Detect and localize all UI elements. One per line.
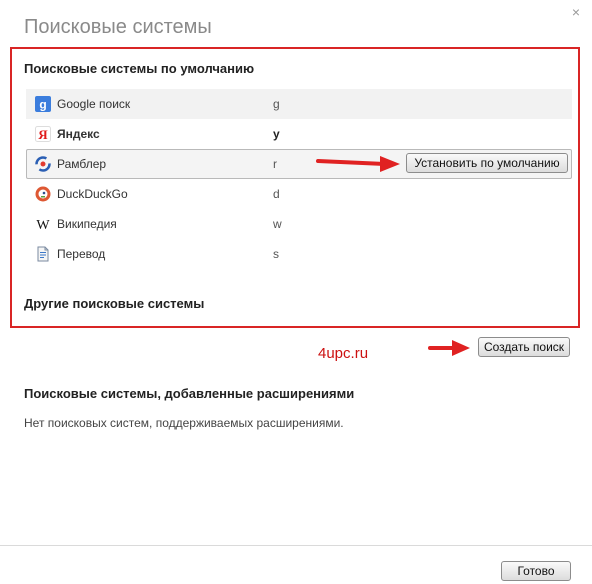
engine-name: Google поиск — [57, 97, 131, 111]
other-engines-heading: Другие поисковые системы — [24, 296, 205, 311]
wikipedia-icon: W — [35, 216, 51, 232]
svg-text:g: g — [39, 98, 46, 112]
close-icon[interactable]: × — [568, 4, 584, 20]
arrow-right-icon — [428, 340, 470, 356]
svg-text:W: W — [36, 218, 50, 232]
set-default-button[interactable]: Установить по умолчанию — [406, 153, 568, 173]
svg-text:Я: Я — [38, 127, 48, 142]
rambler-icon — [35, 156, 51, 172]
engine-keyword: s — [273, 247, 279, 261]
watermark: 4upc.ru — [318, 345, 369, 362]
engine-row-duckduckgo[interactable]: DuckDuckGo d — [26, 179, 572, 209]
engine-keyword: y — [273, 127, 280, 141]
dialog-title: Поисковые системы — [24, 16, 212, 38]
yandex-icon: Я — [35, 126, 51, 142]
engine-name: Википедия — [57, 217, 117, 231]
engine-keyword: d — [273, 187, 280, 201]
engine-keyword: g — [273, 97, 280, 111]
engine-name: Перевод — [57, 247, 106, 261]
engine-keyword: w — [273, 217, 282, 231]
create-search-button[interactable]: Создать поиск — [478, 337, 570, 357]
engine-row-google[interactable]: g Google поиск g — [26, 89, 572, 119]
engine-row-wikipedia[interactable]: W Википедия w — [26, 209, 572, 239]
duckduckgo-icon — [35, 186, 51, 202]
extension-engines-heading: Поисковые системы, добавленные расширени… — [24, 386, 355, 401]
engine-name: Рамблер — [57, 157, 107, 171]
default-engines-heading: Поисковые системы по умолчанию — [24, 61, 255, 76]
arrow-right-icon — [316, 156, 400, 172]
google-icon: g — [35, 96, 51, 112]
engine-name: DuckDuckGo — [57, 187, 128, 201]
engine-row-yandex[interactable]: Я Яндекс y — [26, 119, 572, 149]
extension-engines-empty-text: Нет поисковых систем, поддерживаемых рас… — [24, 416, 344, 430]
engine-name: Яндекс — [57, 127, 100, 141]
default-engine-list: g Google поиск g Я Яндекс y Рамблер r Du… — [26, 89, 572, 269]
search-engines-dialog: Поисковые системы × Поисковые системы по… — [0, 0, 592, 584]
engine-row-translate[interactable]: Перевод s — [26, 239, 572, 269]
done-button[interactable]: Готово — [501, 561, 571, 581]
translate-icon — [35, 246, 51, 262]
